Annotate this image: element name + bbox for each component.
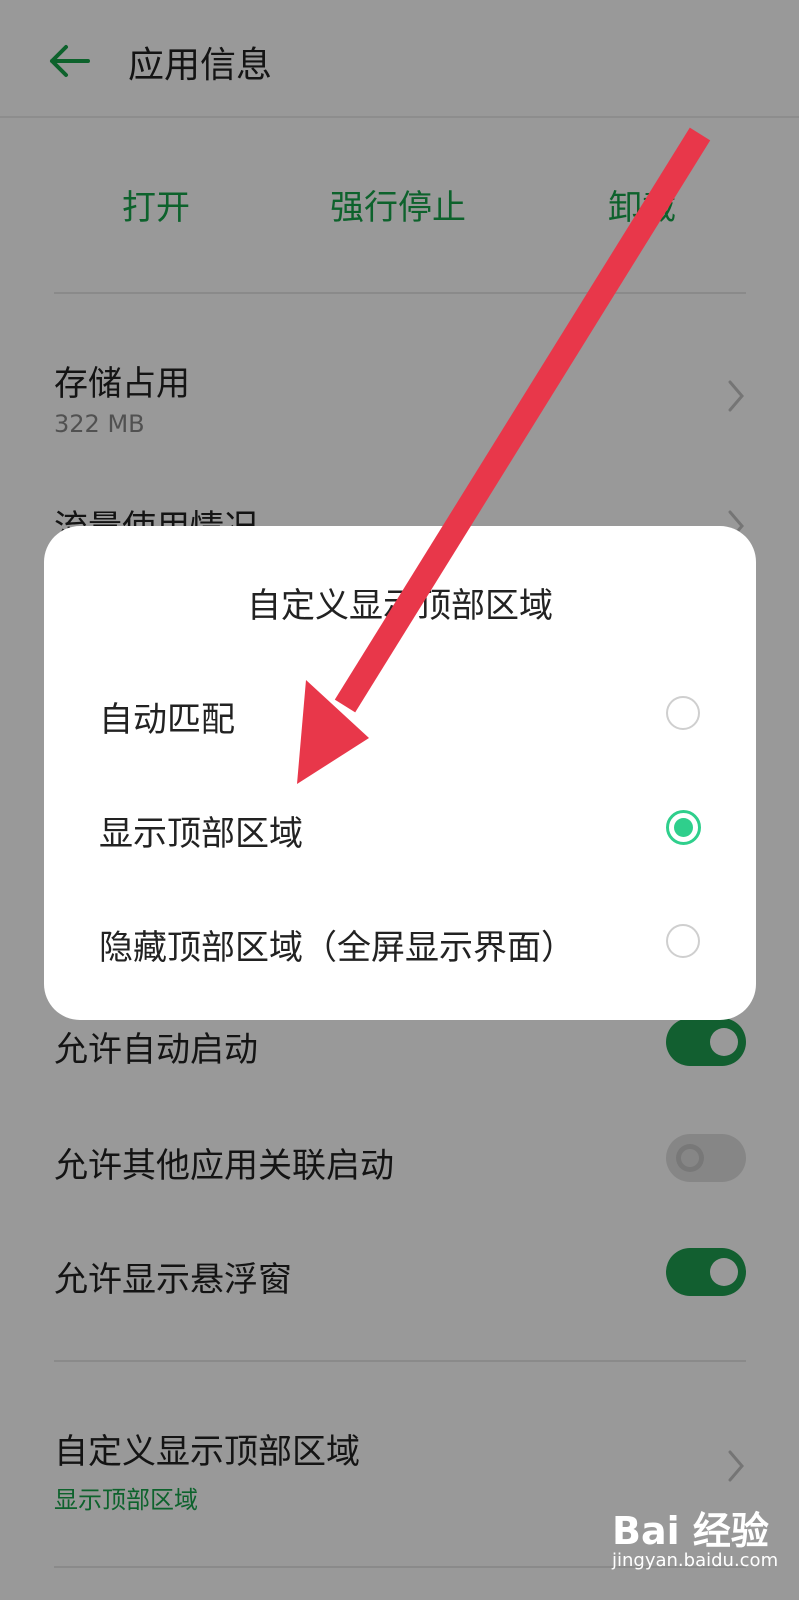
radio-button-checked[interactable]	[666, 810, 701, 845]
option-hide-top-area[interactable]: 隐藏顶部区域（全屏显示界面）	[44, 892, 756, 992]
watermark-url: jingyan.baidu.com	[612, 1550, 779, 1571]
option-label: 显示顶部区域	[99, 814, 303, 854]
display-area-dialog: 自定义显示顶部区域 自动匹配 显示顶部区域 隐藏顶部区域（全屏显示界面）	[44, 526, 756, 1020]
radio-button[interactable]	[666, 696, 700, 730]
baidu-jingyan-watermark: Bai 经验 jingyan.baidu.com	[612, 1500, 782, 1580]
dialog-title: 自定义显示顶部区域	[247, 586, 553, 626]
option-label: 隐藏顶部区域（全屏显示界面）	[99, 928, 575, 968]
option-show-top-area[interactable]: 显示顶部区域	[44, 778, 756, 878]
radio-button[interactable]	[666, 924, 700, 958]
option-auto-match[interactable]: 自动匹配	[44, 664, 756, 764]
watermark-logo: Bai 经验	[612, 1509, 769, 1553]
option-label: 自动匹配	[99, 700, 235, 740]
